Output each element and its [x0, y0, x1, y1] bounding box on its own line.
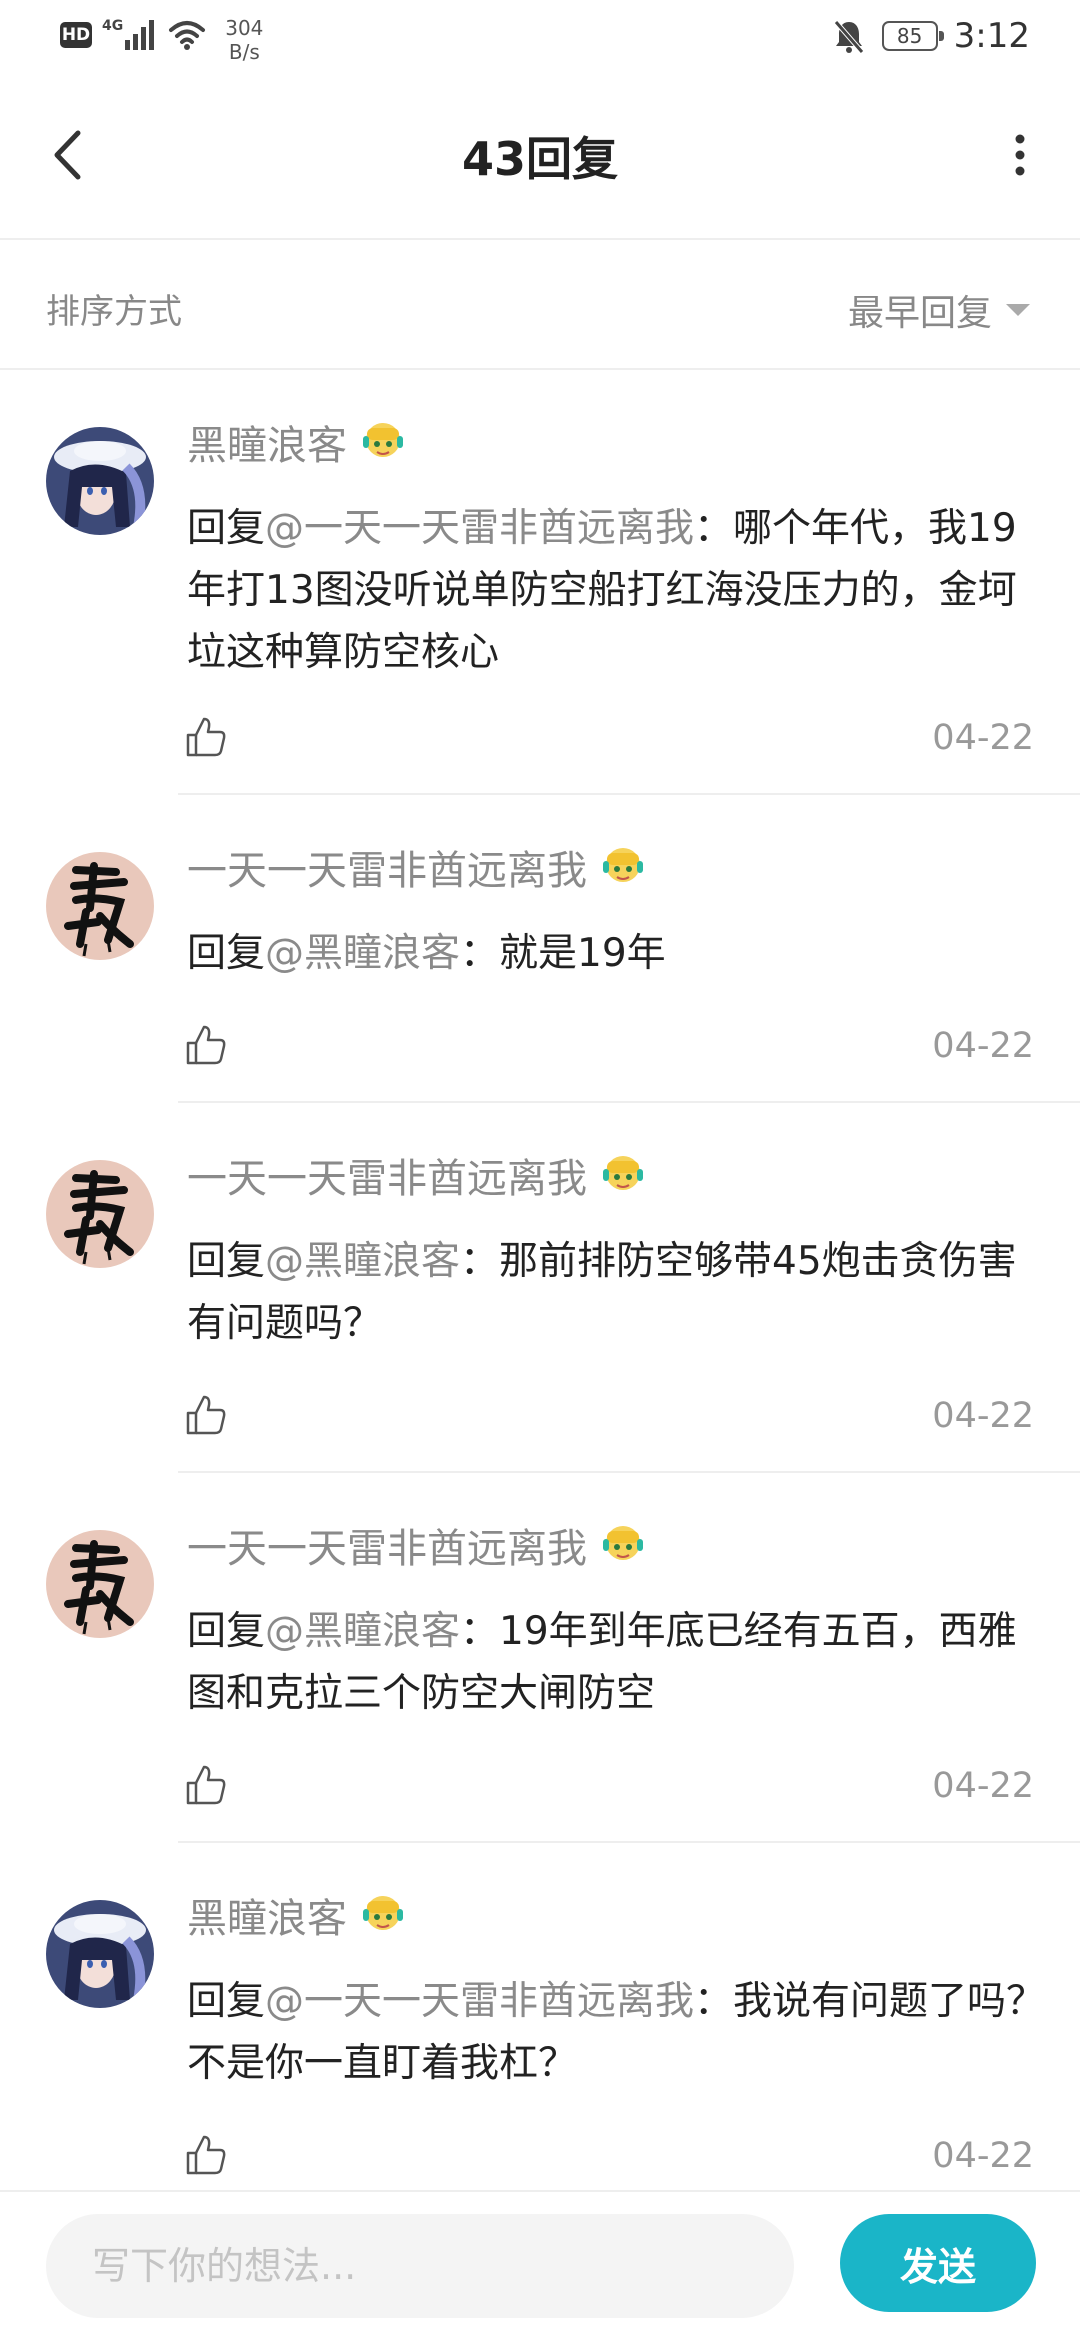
thumbs-up-icon[interactable]: [184, 1023, 228, 1067]
reply-prefix: 回复: [187, 506, 266, 551]
sort-bar: 排序方式 最早回复: [0, 240, 1080, 370]
mention-link[interactable]: @黑瞳浪客: [265, 931, 460, 976]
comment-date: 04-22: [932, 718, 1034, 758]
speed-value: 304: [225, 16, 264, 40]
author-line: 黑瞳浪客: [187, 1886, 407, 1944]
author-name[interactable]: 黑瞳浪客: [187, 1886, 347, 1944]
send-button[interactable]: 发送: [840, 2214, 1036, 2312]
avatar[interactable]: [46, 1900, 154, 2008]
comment-input[interactable]: [46, 2214, 794, 2318]
anime-girl-avatar-icon: [46, 427, 154, 535]
calligraphy-avatar-icon: [46, 852, 154, 960]
author-name[interactable]: 黑瞳浪客: [187, 413, 347, 471]
sort-selected-value: 最早回复: [847, 293, 992, 334]
bell-muted-icon: [833, 20, 864, 54]
author-line: 一天一天雷非酋远离我: [187, 1516, 647, 1574]
comment-item: 一天一天雷非酋远离我 回复@黑瞳浪客：19年到年底已经有五百，西雅图和克拉三个防…: [0, 1473, 1080, 1843]
network-type: 4G: [102, 18, 124, 34]
reply-prefix: 回复: [187, 931, 266, 976]
page-title: 43回复: [461, 132, 618, 186]
comment-body: 回复@黑瞳浪客：那前排防空够带45炮击贪伤害有问题吗？: [187, 1231, 1047, 1355]
speed-unit: B/s: [228, 40, 260, 64]
avatar[interactable]: [46, 1530, 154, 1638]
comment-item: 一天一天雷非酋远离我 回复@黑瞳浪客：就是19年 04-22: [0, 795, 1080, 1103]
comment-body: 回复@黑瞳浪客：就是19年: [187, 923, 1047, 985]
more-options-button[interactable]: [1000, 125, 1040, 185]
avatar[interactable]: [46, 1160, 154, 1268]
more-vertical-icon: [1015, 134, 1025, 176]
status-bar: HD 4G 304 B/s 85 3:12: [0, 0, 1080, 75]
thumbs-up-icon[interactable]: [184, 1393, 228, 1437]
comment-item: 一天一天雷非酋远离我 回复@黑瞳浪客：那前排防空够带45炮击贪伤害有问题吗？ 0…: [0, 1103, 1080, 1473]
level-badge-icon: [363, 1896, 403, 1930]
comment-body: 回复@一天一天雷非酋远离我：哪个年代，我19年打13图没听说单防空船打红海没压力…: [187, 498, 1047, 684]
top-bar: 43回复: [0, 75, 1080, 240]
caret-down-icon: [1006, 304, 1030, 316]
level-badge-icon: [363, 423, 403, 457]
mention-link[interactable]: @一天一天雷非酋远离我: [265, 1979, 694, 2024]
comment-date: 04-22: [932, 2136, 1034, 2176]
comment-text: ：就是19年: [460, 931, 666, 976]
thumbs-up-icon[interactable]: [184, 1763, 228, 1807]
avatar[interactable]: [46, 852, 154, 960]
comment-composer: 发送: [0, 2190, 1080, 2340]
status-left: HD 4G 304 B/s: [60, 16, 263, 64]
comment-date: 04-22: [932, 1026, 1034, 1066]
comment-body: 回复@一天一天雷非酋远离我：我说有问题了吗？不是你一直盯着我杠？: [187, 1971, 1047, 2095]
sort-label: 排序方式: [46, 292, 182, 332]
thumbs-up-icon[interactable]: [184, 715, 228, 759]
avatar[interactable]: [46, 427, 154, 535]
status-right: 85 3:12: [832, 16, 1030, 56]
reply-prefix: 回复: [187, 1609, 266, 1654]
anime-girl-avatar-icon: [46, 1900, 154, 2008]
mention-link[interactable]: @黑瞳浪客: [265, 1239, 460, 1284]
comment-date: 04-22: [932, 1396, 1034, 1436]
clock: 3:12: [953, 16, 1030, 56]
reply-prefix: 回复: [187, 1239, 266, 1284]
author-name[interactable]: 一天一天雷非酋远离我: [187, 1516, 587, 1574]
wifi-icon: [169, 21, 206, 50]
comment-item: 黑瞳浪客 回复@一天一天雷非酋远离我：我说有问题了吗？不是你一直盯着我杠？ 04…: [0, 1843, 1080, 2190]
mention-link[interactable]: @一天一天雷非酋远离我: [265, 506, 694, 551]
signal-group: 4G: [102, 16, 157, 52]
level-badge-icon: [603, 848, 643, 882]
level-badge-icon: [603, 1526, 643, 1560]
calligraphy-avatar-icon: [46, 1530, 154, 1638]
signal-icon: [125, 20, 155, 50]
author-line: 一天一天雷非酋远离我: [187, 838, 647, 896]
network-speed: 304 B/s: [225, 16, 263, 64]
battery-indicator: 85: [881, 21, 944, 51]
level-badge-icon: [603, 1156, 643, 1190]
author-name[interactable]: 一天一天雷非酋远离我: [187, 838, 587, 896]
mention-link[interactable]: @黑瞳浪客: [265, 1609, 460, 1654]
author-line: 黑瞳浪客: [187, 413, 407, 471]
comment-date: 04-22: [932, 1766, 1034, 1806]
thumbs-up-icon[interactable]: [184, 2133, 228, 2177]
sort-dropdown[interactable]: 最早回复: [848, 284, 1030, 336]
hd-badge: HD: [60, 22, 92, 48]
author-line: 一天一天雷非酋远离我: [187, 1146, 647, 1204]
comment-body: 回复@黑瞳浪客：19年到年底已经有五百，西雅图和克拉三个防空大闸防空: [187, 1601, 1047, 1725]
calligraphy-avatar-icon: [46, 1160, 154, 1268]
comment-item: 黑瞳浪客 回复@一天一天雷非酋远离我：哪个年代，我19年打13图没听说单防空船打…: [0, 370, 1080, 795]
battery-level: 85: [896, 24, 923, 48]
reply-prefix: 回复: [187, 1979, 266, 2024]
author-name[interactable]: 一天一天雷非酋远离我: [187, 1146, 587, 1204]
